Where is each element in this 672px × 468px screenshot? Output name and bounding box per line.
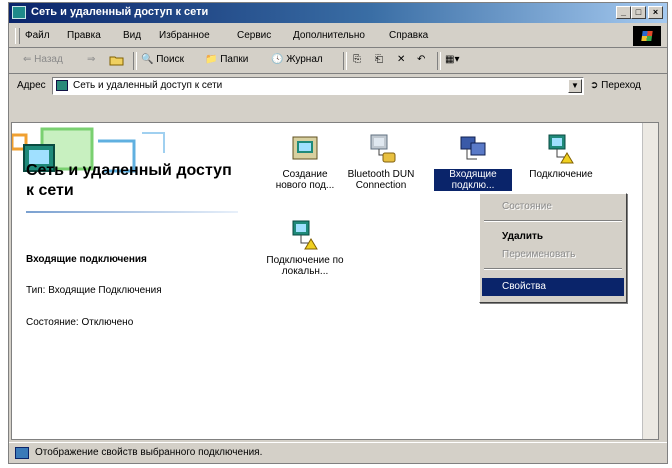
network-connection-icon (545, 133, 577, 165)
icon-lan-connection[interactable]: Подключение по локальн... (266, 219, 344, 277)
status-bar: Отображение свойств выбранного подключен… (9, 442, 667, 463)
windows-logo-icon (633, 26, 661, 46)
go-button-label: Переход (601, 80, 641, 91)
icon-bluetooth-dun[interactable]: Bluetooth DUN Connection (342, 133, 420, 191)
menu-favorites[interactable]: Избранное (159, 30, 210, 41)
selected-item-type: Тип: Входящие Подключения (26, 285, 162, 296)
back-button[interactable]: ⇐ Назад (23, 54, 63, 65)
copy-to-icon[interactable]: ⎗ (375, 54, 383, 65)
maximize-button[interactable]: □ (631, 6, 646, 19)
icon-label: Входящие подклю... (434, 169, 512, 191)
menu-tools[interactable]: Сервис (237, 30, 271, 41)
menu-file[interactable]: Файл (25, 30, 50, 41)
web-view-pane: Сеть и удаленный доступ к сети Входящие … (12, 123, 244, 439)
search-icon: 🔍 (141, 54, 154, 65)
search-button[interactable]: 🔍 Поиск (141, 54, 184, 65)
network-folder-icon (56, 80, 68, 91)
menu-advanced[interactable]: Дополнительно (293, 30, 365, 41)
toolbar-separator (437, 52, 441, 70)
selected-item-state: Состояние: Отключено (26, 317, 134, 328)
forward-button[interactable]: ⇒ (87, 54, 95, 65)
go-arrow-icon: ➲ (590, 80, 599, 91)
menu-item-status[interactable]: Состояние (482, 198, 624, 216)
menu-edit[interactable]: Правка (67, 30, 101, 41)
incoming-connections-icon (457, 133, 489, 165)
up-folder-icon[interactable] (109, 54, 125, 69)
standard-toolbar: ⇐ Назад ⇒ 🔍 Поиск 📁 Папки 🕓 Журнал ⎘ ⎗ ✕… (9, 49, 667, 74)
menu-view[interactable]: Вид (123, 30, 141, 41)
address-value: Сеть и удаленный доступ к сети (73, 80, 223, 91)
icon-new-connection[interactable]: Создание нового под... (266, 133, 344, 191)
explorer-window: Сеть и удаленный доступ к сети _ □ × Фай… (8, 2, 668, 464)
address-bar: Адрес Сеть и удаленный доступ к сети ▼ ➲… (9, 75, 667, 97)
selected-item-name: Входящие подключения (26, 254, 147, 265)
toolbar-separator (343, 52, 347, 70)
pane-title: Сеть и удаленный доступ к сети (26, 162, 232, 199)
address-input[interactable]: Сеть и удаленный доступ к сети ▼ (52, 77, 584, 95)
status-text: Отображение свойств выбранного подключен… (35, 447, 263, 458)
lan-connection-icon (289, 219, 321, 251)
menu-separator (484, 268, 622, 270)
icon-connection[interactable]: Подключение (522, 133, 600, 180)
delete-icon[interactable]: ✕ (397, 54, 405, 65)
menubar-grip (15, 28, 20, 44)
search-button-label: Поиск (156, 54, 184, 65)
icon-label: Создание нового под... (275, 169, 335, 191)
menu-item-properties[interactable]: Свойства (482, 278, 624, 296)
network-folder-icon (12, 6, 26, 19)
window-title: Сеть и удаленный доступ к сети (31, 6, 209, 18)
menu-item-rename[interactable]: Переименовать (482, 246, 624, 264)
history-icon: 🕓 (271, 54, 284, 65)
menu-item-delete[interactable]: Удалить (482, 228, 624, 246)
move-to-icon[interactable]: ⎘ (353, 54, 361, 65)
pane-divider (26, 211, 238, 213)
context-menu: Состояние Удалить Переименовать Свойства (479, 193, 627, 303)
address-label: Адрес (17, 80, 46, 91)
toolbar-separator (133, 52, 137, 70)
go-button[interactable]: ➲ Переход (590, 80, 641, 91)
dialup-connection-icon (365, 133, 397, 165)
title-bar[interactable]: Сеть и удаленный доступ к сети _ □ × (9, 3, 667, 23)
menu-help[interactable]: Справка (389, 30, 428, 41)
icon-label: Подключение по локальн... (266, 255, 344, 277)
history-button[interactable]: 🕓 Журнал (271, 54, 323, 65)
close-button[interactable]: × (648, 6, 663, 19)
minimize-button[interactable]: _ (616, 6, 631, 19)
new-connection-icon (289, 133, 321, 165)
network-status-icon (15, 447, 29, 459)
window-controls: _ □ × (616, 6, 663, 19)
undo-icon[interactable]: ↶ (417, 54, 425, 65)
folders-button[interactable]: 📁 Папки (205, 54, 248, 65)
vertical-scrollbar[interactable] (642, 123, 658, 439)
chevron-down-icon[interactable]: ▼ (568, 79, 582, 93)
folders-icon: 📁 (205, 54, 218, 65)
views-icon[interactable]: ▦▾ (445, 54, 459, 65)
folders-button-label: Папки (220, 54, 249, 65)
menu-separator (484, 220, 622, 222)
history-button-label: Журнал (286, 54, 323, 65)
icon-label: Bluetooth DUN Connection (347, 169, 415, 191)
menu-bar: Файл Правка Вид Избранное Сервис Дополни… (9, 25, 667, 48)
icon-incoming-connections[interactable]: Входящие подклю... (434, 133, 512, 191)
icon-label: Подключение (529, 169, 593, 180)
